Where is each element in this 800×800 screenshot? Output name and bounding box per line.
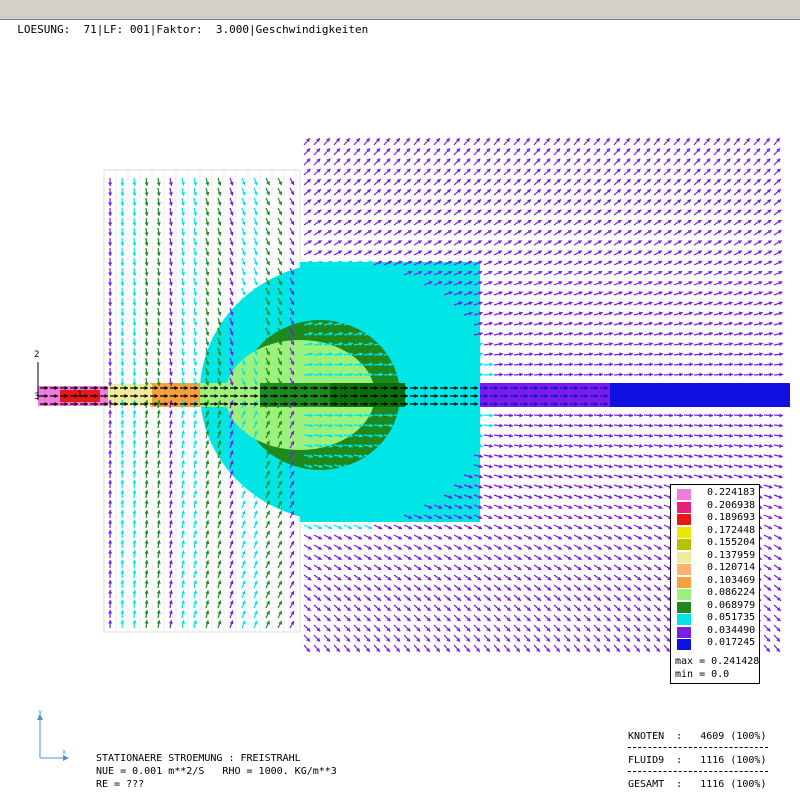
legend-value: 0.103469 [707,574,756,586]
legend-swatch [677,514,691,525]
stats-separator [628,771,768,772]
node-label-2: 2 [34,350,40,360]
legend-swatch [677,564,691,575]
info-line-1: STATIONAERE STROEMUNG : FREISTRAHL [96,753,301,764]
legend-value: 0.017245 [707,637,756,648]
legend-swatch [677,551,691,563]
color-legend: 0.224183 0.206938 0.189693 0.172448 0.155204… [670,484,760,684]
stats-knoten: KNOTEN : 4609 (100%) [628,731,767,742]
info-line-3: RE = ??? [96,779,145,790]
legend-swatch [677,539,691,550]
window-title-bar: LOESUNG: 71|LF: 001|Faktor: 3.000|Geschw… [0,0,800,36]
axis-y-label: y [38,708,42,716]
stats-fluid: FLUID9 : 1116 (100%) [628,755,767,766]
axis-triad-icon: y x [37,708,69,761]
stats-gesamt: GESAMT : 1116 (100%) [628,779,767,790]
node-label-3: 3 [34,392,40,402]
legend-value: 0.172448 [707,524,756,536]
legend-value: 0.206938 [707,499,756,511]
legend-value: 0.155204 [707,537,756,548]
legend-value: 0.137959 [707,549,756,561]
legend-value: 0.086224 [707,587,756,598]
stats-separator [628,747,768,748]
legend-value: 0.034490 [707,624,756,636]
legend-swatch [677,601,691,613]
node-label-1: 1 [77,390,83,400]
legend-min: min = 0.0 [675,669,730,680]
legend-swatch [677,576,691,588]
legend-swatch [677,614,691,625]
velocity-contours [38,262,790,522]
legend-swatch [677,489,691,500]
legend-value: 0.068979 [707,599,756,611]
info-line-2: NUE = 0.001 m**2/S RHO = 1000. KG/m**3 [96,766,337,777]
legend-swatch [677,626,691,638]
legend-value: 0.224183 [707,487,756,498]
legend-swatch [677,589,691,600]
legend-max: max = 0.241428 [675,656,760,667]
axis-x-label: x [62,748,66,756]
legend-value: 0.120714 [707,562,756,573]
legend-swatch [677,526,691,538]
legend-swatch [677,501,691,513]
legend-swatch [677,639,691,650]
legend-value: 0.051735 [707,612,756,623]
legend-value: 0.189693 [707,512,756,523]
